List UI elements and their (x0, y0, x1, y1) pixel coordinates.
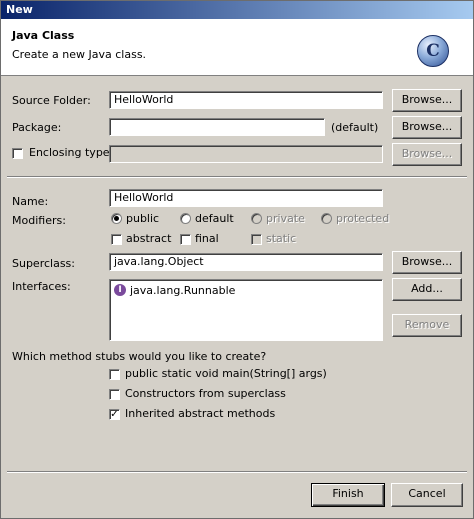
stub-inherited-checkbox[interactable]: ✓ (109, 409, 120, 420)
add-interface-button[interactable]: Add... (392, 278, 462, 301)
modifier-final-checkbox[interactable] (180, 234, 191, 245)
superclass-input[interactable]: java.lang.Object (109, 253, 383, 271)
interface-icon: I (114, 284, 126, 296)
source-folder-browse-button[interactable]: Browse... (392, 89, 462, 112)
modifier-protected-radio (321, 213, 332, 224)
source-folder-input[interactable]: HelloWorld (109, 91, 383, 109)
method-stubs-question: Which method stubs would you like to cre… (12, 350, 267, 363)
banner-description: Create a new Java class. (12, 48, 147, 61)
radio-selected-dot (114, 216, 119, 221)
modifier-public-radio[interactable] (111, 213, 122, 224)
list-item[interactable]: I java.lang.Runnable (110, 280, 380, 300)
modifier-default-label: default (195, 212, 234, 225)
stub-constructors-checkbox[interactable] (109, 389, 120, 400)
modifier-protected-label: protected (336, 212, 390, 225)
stub-constructors-label: Constructors from superclass (125, 387, 286, 400)
modifier-final-label: final (195, 232, 219, 245)
modifier-private-label: private (266, 212, 305, 225)
java-class-icon: C (417, 35, 449, 67)
superclass-label: Superclass: (12, 257, 75, 270)
modifier-abstract-checkbox[interactable] (111, 234, 122, 245)
modifier-static-checkbox (251, 234, 262, 245)
footer-separator (7, 471, 467, 473)
interfaces-label: Interfaces: (12, 280, 71, 293)
enclosing-type-browse-button: Browse... (392, 143, 462, 166)
enclosing-type-input (109, 145, 383, 163)
new-java-class-dialog: New Java Class Create a new Java class. … (0, 0, 474, 519)
finish-button[interactable]: Finish (311, 483, 385, 507)
enclosing-type-checkbox[interactable] (12, 148, 23, 159)
modifier-public-label: public (126, 212, 160, 225)
stub-inherited-label: Inherited abstract methods (125, 407, 276, 420)
name-input[interactable]: HelloWorld (109, 189, 383, 207)
package-label: Package: (12, 121, 62, 134)
interface-name: java.lang.Runnable (130, 284, 236, 297)
modifier-default-radio[interactable] (180, 213, 191, 224)
remove-interface-button: Remove (392, 314, 462, 337)
package-default-hint: (default) (331, 121, 379, 134)
window-title: New (1, 1, 473, 19)
stub-main-checkbox[interactable] (109, 369, 120, 380)
modifier-private-radio (251, 213, 262, 224)
wizard-banner: Java Class Create a new Java class. C (1, 19, 473, 76)
enclosing-type-label: Enclosing type: (29, 146, 114, 159)
superclass-browse-button[interactable]: Browse... (392, 251, 462, 274)
stub-main-label: public static void main(String[] args) (125, 367, 327, 380)
package-input[interactable] (109, 118, 325, 136)
checkmark-icon: ✓ (110, 409, 119, 420)
package-browse-button[interactable]: Browse... (392, 116, 462, 139)
modifiers-label: Modifiers: (12, 214, 66, 227)
modifier-static-label: static (266, 232, 297, 245)
name-label: Name: (12, 195, 49, 208)
cancel-button[interactable]: Cancel (391, 483, 463, 507)
modifier-abstract-label: abstract (126, 232, 172, 245)
interfaces-list[interactable]: I java.lang.Runnable (109, 279, 383, 341)
separator (7, 176, 467, 178)
source-folder-label: Source Folder: (12, 94, 91, 107)
banner-title: Java Class (12, 29, 75, 42)
